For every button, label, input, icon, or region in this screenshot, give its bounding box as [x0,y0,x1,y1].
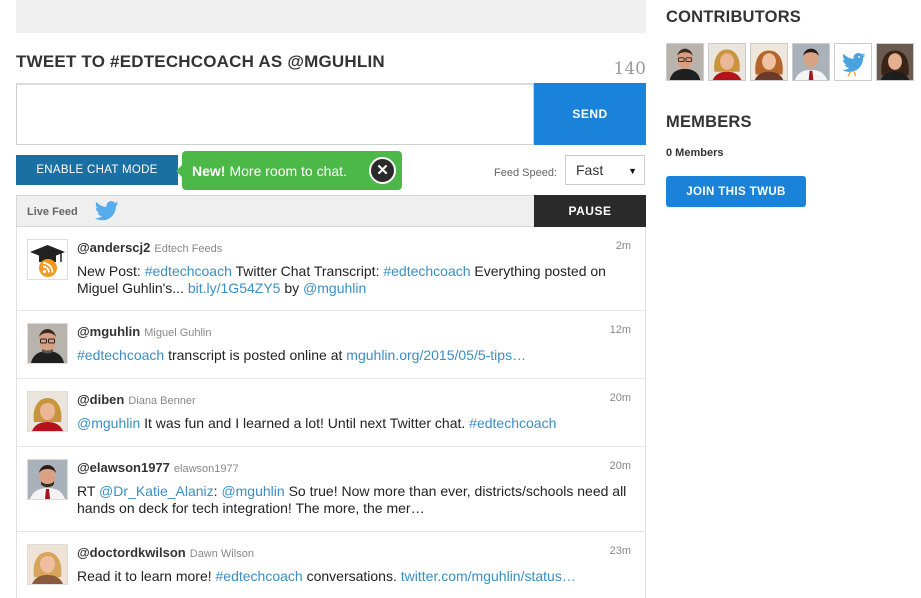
tweet-item: @mguhlin Miguel Guhlin 12m #edtechcoach t… [17,311,645,379]
tweet-text: New Post: #edtechcoach Twitter Chat Tran… [77,263,627,296]
tweet-handle[interactable]: @mguhlin Miguel Guhlin [77,324,212,339]
tweet-link[interactable]: bit.ly/1G54ZY5 [188,280,281,296]
top-banner [16,0,646,33]
tweet-link[interactable]: @mguhlin [77,415,140,431]
dropdown-arrow-icon: ▼ [628,166,637,176]
promo-text: More room to chat. [229,162,347,179]
send-button[interactable]: SEND [534,83,646,145]
tweet-handle[interactable]: @doctordkwilson Dawn Wilson [77,545,254,560]
new-feature-tooltip: New! More room to chat. ✕ [176,151,402,190]
tweet-link[interactable]: #edtechcoach [77,347,164,363]
members-title: MEMBERS [666,113,752,131]
man-glasses-avatar[interactable] [27,323,68,364]
tweet-text-segment: transcript is posted online at [164,347,347,363]
tweet-text-segment: Twitter Chat Transcript: [231,263,384,279]
join-twub-button[interactable]: JOIN THIS TWUB [666,176,806,207]
tweet-handle[interactable]: @diben Diana Benner [77,392,196,407]
tweet-item: @doctordkwilson Dawn Wilson 23m Read it t… [17,532,645,598]
woman-redhead-avatar[interactable] [750,43,788,81]
woman-blonde-avatar[interactable] [27,391,68,432]
twitter-bird-icon [95,201,119,221]
tweet-time: 20m [609,460,631,472]
tweet-author-name: Dawn Wilson [189,548,254,560]
tweet-link[interactable]: #edtechcoach [383,263,470,279]
pause-button[interactable]: PAUSE [534,195,646,227]
close-icon[interactable]: ✕ [369,157,396,184]
tweet-feed[interactable]: @anderscj2 Edtech Feeds 2m New Post: #edt… [16,227,646,598]
live-feed-bar: Live Feed [16,195,534,227]
tweet-author-name: elawson1977 [173,463,239,475]
tweet-author-name: Edtech Feeds [154,243,223,255]
woman-dark-hair-avatar[interactable] [876,43,914,81]
tweet-link[interactable]: @mguhlin [221,483,284,499]
feed-speed-select[interactable]: Fast ▼ [565,155,645,185]
tweet-time: 12m [609,324,631,336]
tweet-link[interactable]: @Dr_Katie_Alaniz [99,483,214,499]
tweet-item: @diben Diana Benner 20m @mguhlin It was f… [17,379,645,447]
tweet-text-segment: It was fun and I learned a lot! Until ne… [140,415,470,431]
man-glasses-avatar[interactable] [666,43,704,81]
tweet-text-segment: by [280,279,304,296]
tweet-link[interactable]: #edtechcoach [469,415,556,431]
tweet-handle[interactable]: @anderscj2 Edtech Feeds [77,240,222,255]
tweet-time: 20m [609,392,631,404]
tweet-item: @elawson1977 elawson1977 20m RT @Dr_Katie… [17,447,645,532]
tweet-time: 23m [609,545,631,557]
members-count: 0 Members [666,147,724,159]
twitter-bird-avatar[interactable] [834,43,872,81]
tweet-link[interactable]: #edtechcoach [216,568,303,584]
compose-title: TWEET TO #EDTECHCOACH AS @MGUHLIN [16,52,385,71]
feed-speed-label: Feed Speed: [494,167,557,179]
tweet-text: Read it to learn more! #edtechcoach conv… [77,568,627,585]
tweet-author-name: Diana Benner [128,395,196,407]
char-counter: 140 [613,59,646,79]
rss-graduation-cap-icon[interactable] [27,239,68,280]
woman-blonde-avatar[interactable] [27,544,68,585]
tweet-link[interactable]: mguhlin.org/2015/05/5-tips… [346,347,526,363]
tweet-link[interactable]: @mguhlin [303,280,366,296]
tweet-link[interactable]: #edtechcoach [145,263,232,279]
tweet-author-name: Miguel Guhlin [144,327,212,339]
tweet-link[interactable]: twitter.com/mguhlin/status… [401,568,576,584]
tweet-text-segment: conversations. [302,568,401,584]
tweet-item: @anderscj2 Edtech Feeds 2m New Post: #edt… [17,227,645,311]
woman-blonde-avatar[interactable] [708,43,746,81]
man-tie-avatar[interactable] [27,459,68,500]
tweet-text: RT @Dr_Katie_Alaniz: @mguhlin So true! N… [77,483,627,516]
tweet-text: #edtechcoach transcript is posted online… [77,347,627,364]
tweet-text: @mguhlin It was fun and I learned a lot!… [77,415,627,432]
tweet-time: 2m [615,240,631,252]
feed-speed-value: Fast [576,162,604,178]
enable-chat-mode-button[interactable]: ENABLE CHAT MODE [16,155,178,185]
contributors-list [666,43,914,81]
tweet-handle[interactable]: @elawson1977 elawson1977 [77,460,239,475]
tweet-input[interactable] [16,83,534,145]
man-tie-avatar[interactable] [792,43,830,81]
tweet-text-segment: New Post: [77,263,145,279]
tweet-text-segment: RT [77,483,100,499]
contributors-title: CONTRIBUTORS [666,8,802,26]
promo-new-label: New! [192,162,226,179]
tweet-text-segment: Read it to learn more! [77,568,216,584]
live-feed-label: Live Feed [27,206,78,218]
